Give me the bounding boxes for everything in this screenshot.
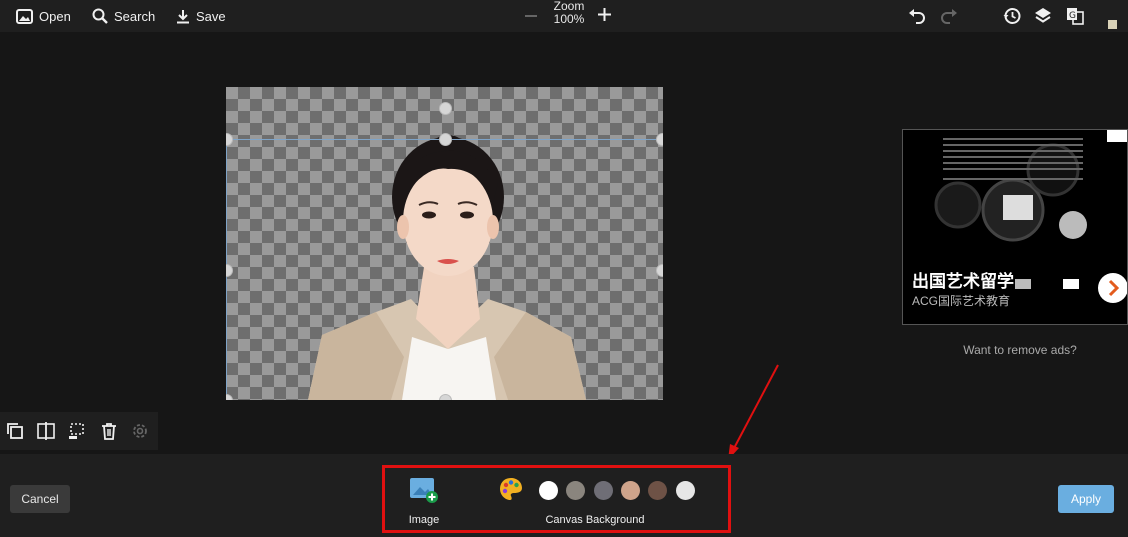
remove-ads-link[interactable]: Want to remove ads? xyxy=(902,343,1128,357)
layers-icon[interactable] xyxy=(1034,7,1052,25)
zoom-value: 100% xyxy=(553,12,585,26)
open-image-icon xyxy=(16,8,33,24)
translate-icon[interactable]: G xyxy=(1066,7,1084,25)
ad-badge[interactable] xyxy=(1107,130,1127,142)
flip-icon[interactable] xyxy=(36,421,56,441)
download-icon xyxy=(177,9,189,23)
cancel-button[interactable]: Cancel xyxy=(10,485,70,513)
top-toolbar: Open Search Save Zoom 100% G xyxy=(0,0,1128,32)
duplicate-icon[interactable] xyxy=(5,421,25,441)
ad-title: 出国艺术留学 xyxy=(912,272,1014,291)
minus-icon xyxy=(525,15,537,17)
plus-icon xyxy=(598,8,611,21)
bottom-bar: Cancel Image Canvas Background Apply xyxy=(0,454,1128,537)
highlight-box xyxy=(382,465,731,533)
search-button[interactable]: Search xyxy=(92,0,155,32)
ad-image-block xyxy=(1015,279,1031,289)
open-label: Open xyxy=(39,8,71,24)
resize-handle-right[interactable] xyxy=(656,264,663,277)
history-icon[interactable] xyxy=(1003,7,1021,25)
resize-handle-top[interactable] xyxy=(439,133,452,146)
ad-artwork xyxy=(934,138,1087,242)
resize-handle-bottom[interactable] xyxy=(439,394,452,400)
svg-text:G: G xyxy=(1069,11,1076,21)
trash-icon[interactable] xyxy=(99,421,119,441)
apply-button[interactable]: Apply xyxy=(1058,485,1114,513)
annotation-arrow xyxy=(728,364,779,460)
zoom-in-button[interactable] xyxy=(598,4,611,27)
note-square[interactable] xyxy=(1108,20,1117,29)
chevron-right-icon xyxy=(1108,279,1120,297)
image-canvas[interactable] xyxy=(226,87,663,400)
zoom-control: Zoom 100% xyxy=(518,0,618,32)
open-button[interactable]: Open xyxy=(16,0,71,32)
advertisement[interactable]: 出国艺术留学 ACG国际艺术教育 xyxy=(902,129,1128,325)
save-button[interactable]: Save xyxy=(176,0,226,32)
undo-icon[interactable] xyxy=(908,7,926,25)
object-action-bar xyxy=(0,412,158,450)
gear-icon[interactable] xyxy=(130,421,150,441)
crop-icon[interactable] xyxy=(67,421,87,441)
search-icon xyxy=(92,8,108,24)
zoom-out-button[interactable] xyxy=(525,6,537,27)
save-label: Save xyxy=(196,8,226,24)
ad-next-button[interactable] xyxy=(1098,273,1127,303)
rotate-handle[interactable] xyxy=(439,102,452,115)
search-label: Search xyxy=(114,8,156,24)
ad-image-block xyxy=(1063,279,1079,289)
ad-subtitle: ACG国际艺术教育 xyxy=(912,294,1011,308)
zoom-readout: Zoom 100% xyxy=(548,0,590,26)
resize-handle-top-right[interactable] xyxy=(656,133,663,146)
redo-icon[interactable] xyxy=(940,7,958,25)
